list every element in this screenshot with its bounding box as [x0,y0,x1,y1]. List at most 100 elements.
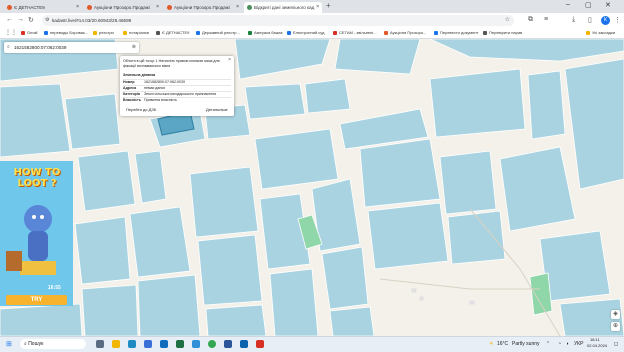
ad-banner[interactable]: HOW TO LOOT ? 16:55 TRY [0,161,73,306]
task-view-icon[interactable] [96,340,104,348]
land-parcel [429,39,624,62]
layers-icon[interactable]: ◈ [611,310,620,319]
outlook-icon[interactable] [240,340,248,348]
mail-icon[interactable] [160,340,168,348]
volume-icon[interactable]: ◖ [566,339,569,350]
bookmark-item[interactable]: Перевірити парав [483,28,522,38]
downloads-icon[interactable]: ⤓ [572,16,575,24]
bookmark-favicon-icon [287,30,291,35]
explorer-icon[interactable] [112,340,120,348]
bookmark-favicon-icon [333,30,337,35]
folder-icon [586,30,590,35]
pdf-icon[interactable] [256,340,264,348]
reading-list-icon[interactable]: ≡ [544,16,548,23]
land-parcel [359,138,441,208]
tab-favicon-icon [87,5,92,11]
bookmark-gmail[interactable]: Gmail [21,28,37,38]
reload-icon[interactable]: ↻ [28,16,34,24]
new-tab-icon[interactable]: + [326,1,331,10]
tab-2[interactable]: Аукціони Прозоро.Продажі × [84,2,162,13]
address-bar-row: ← → ↻ ⚙ kadastr.live/#14.03/20.60943/28.… [0,13,624,28]
weather-temp[interactable]: 16°C [497,339,508,350]
wifi-icon[interactable]: ◔ [558,339,561,350]
back-icon[interactable]: ← [6,16,13,23]
taskbar-search[interactable]: ⌕ Пошук [20,339,86,349]
bookmark-favicon-icon [384,30,388,35]
cadastral-map[interactable] [0,39,624,336]
window-close-icon[interactable]: ✕ [605,1,611,9]
land-parcel [81,284,139,336]
bookmark-favicon-icon [483,30,487,35]
building [411,288,417,293]
excel-icon[interactable] [176,340,184,348]
tab-3[interactable]: Аукціони Прозоро.Продажі × [164,2,242,13]
weather-icon: ☀ [489,341,494,347]
tray-chevron-icon[interactable]: ⌃ [546,339,550,350]
land-parcel [447,210,506,265]
ad-countdown: 16:55 [48,285,61,291]
bookmark-star-icon[interactable]: ☆ [505,15,510,26]
tab-favicon-icon [247,5,252,11]
side-panel-icon[interactable]: ▯ [588,16,592,24]
weather-text[interactable]: Partly sunny [512,339,540,350]
bookmark-item[interactable]: Є ДЕТНАСТЕ9 [156,28,189,38]
go-to-dzk-button[interactable]: Перейти до ДЗК [126,107,156,112]
avatar[interactable]: К [601,16,610,25]
close-icon[interactable]: × [156,2,159,13]
parcel-info-popup: × Об'єкти в цій точці: 1 Натисніть право… [120,56,234,116]
close-icon[interactable]: × [236,2,239,13]
details-button[interactable]: Детальніше [206,107,228,112]
tab-favicon-icon [7,5,12,11]
ad-try-button[interactable]: TRY [6,295,67,305]
photos-icon[interactable] [192,340,200,348]
windows-start-icon[interactable]: ⊞ [6,339,12,350]
locate-icon[interactable]: ⊕ [611,322,620,331]
maximize-icon[interactable]: ▢ [585,1,592,9]
popup-header: Об'єкти в цій точці: 1 Натисніть правою … [123,59,220,68]
bookmark-item[interactable]: реєстри [93,28,114,38]
folder-icon [123,30,127,35]
apps-icon[interactable]: ⋮⋮ [5,28,17,38]
bookmark-item[interactable]: переводы Боровик... [44,28,88,38]
ad-character-illustration [6,205,56,275]
extensions-icon[interactable]: ⧉ [528,16,533,24]
bookmark-item[interactable]: Аукціони Прозоро... [384,28,426,38]
bookmark-item[interactable]: Америка бажає [248,28,283,38]
parcel-search-field[interactable]: ⌕ 1621582800:07:062:0039 ⊗ [4,42,139,53]
clear-icon[interactable]: ⊗ [132,42,136,53]
omnibox[interactable]: ⚙ kadastr.live/#14.03/20.60943/28.46699 … [42,15,514,26]
clock-date[interactable]: 02.04.2024 [587,343,607,349]
minimize-icon[interactable]: – [566,1,570,8]
edge-icon[interactable] [128,340,136,348]
tab-1[interactable]: Є ДЕТНАСТЕ9 × [4,2,82,13]
land-parcel [234,39,331,80]
bookmark-item[interactable]: Електронний суд [287,28,325,38]
building [469,300,475,305]
close-icon[interactable]: × [316,2,319,13]
forward-icon[interactable]: → [17,16,24,23]
land-parcel [334,39,421,75]
all-bookmarks[interactable]: Усі закладки [586,28,615,38]
tab-strip: Є ДЕТНАСТЕ9 × Аукціони Прозоро.Продажі × А… [0,0,624,13]
taskbar: ⊞ ⌕ Пошук ☀ 16°C Partly sunny ⌃ ◔ ◖ УКР … [0,336,624,352]
notifications-icon[interactable]: ◻ [614,339,618,350]
bookmark-item[interactable]: СЕТАМ - звільнені... [333,28,377,38]
tab-4-active[interactable]: Відкриті дані земельного кад × [244,2,322,13]
close-icon[interactable]: × [76,2,79,13]
parcel-layer[interactable] [0,39,624,336]
bookmark-item[interactable]: Державний реєстр... [196,28,240,38]
store-icon[interactable] [144,340,152,348]
land-parcel [77,150,136,212]
land-parcel [539,230,611,302]
chrome-icon[interactable] [208,340,216,348]
site-info-icon[interactable]: ⚙ [45,15,49,26]
language-indicator[interactable]: УКР [574,339,583,350]
bookmark-item[interactable]: Перевести документ [434,28,478,38]
word-icon[interactable] [224,340,232,348]
bookmark-item[interactable]: нотаріалки [123,28,149,38]
search-icon[interactable]: ⌕ [7,42,10,53]
land-parcel [439,150,497,215]
menu-icon[interactable]: ⋮ [614,16,621,24]
search-value: 1621582800:07:062:0039 [14,45,67,50]
bookmark-favicon-icon [196,30,200,35]
